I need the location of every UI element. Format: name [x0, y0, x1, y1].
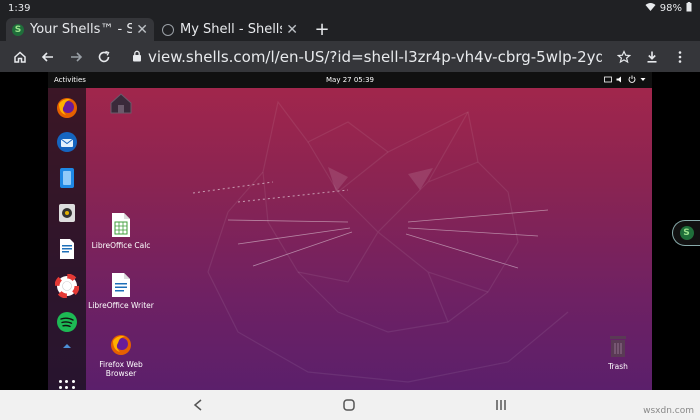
star-icon	[617, 49, 631, 63]
libreoffice-writer-icon	[112, 273, 130, 297]
gnome-top-bar: Activities May 27 05:39	[48, 72, 652, 88]
back-button[interactable]	[34, 43, 62, 71]
status-time: 1:39	[8, 2, 31, 14]
desktop-icon-libreoffice-calc[interactable]: LibreOffice Calc	[83, 212, 159, 250]
home-nav-icon[interactable]	[343, 396, 355, 415]
spotify-icon[interactable]	[55, 310, 79, 334]
show-applications-icon[interactable]	[59, 380, 75, 390]
globe-icon	[162, 23, 174, 36]
ubuntu-desktop[interactable]: Activities May 27 05:39 LibreOffice Calc…	[48, 72, 652, 390]
rhythmbox-icon[interactable]	[55, 201, 79, 225]
help-icon[interactable]	[55, 274, 79, 298]
reload-button[interactable]	[90, 43, 118, 71]
home-button[interactable]	[6, 43, 34, 71]
close-icon[interactable]: ✕	[136, 22, 148, 38]
download-icon	[647, 51, 657, 63]
desktop-icon-libreoffice-writer[interactable]: LibreOffice Writer	[83, 272, 159, 310]
tab-your-shells[interactable]: S Your Shells™ - Shel ✕	[6, 18, 154, 41]
wifi-icon	[645, 2, 656, 14]
recents-nav-icon[interactable]	[495, 396, 507, 415]
desktop-icon-trash[interactable]: Trash	[580, 333, 652, 371]
firefox-icon	[111, 335, 131, 355]
status-battery: 98%	[659, 2, 682, 14]
android-nav-bar	[0, 390, 700, 420]
desktop-icon-label: Trash	[608, 362, 628, 371]
volume-icon	[616, 76, 624, 85]
network-icon	[604, 76, 612, 85]
tab-my-shell[interactable]: My Shell - Shells™ \ ✕	[156, 18, 304, 41]
libreoffice-calc-icon	[112, 213, 130, 237]
more-vert-icon	[678, 50, 682, 63]
download-button[interactable]	[638, 43, 666, 71]
tab-strip: S Your Shells™ - Shel ✕ My Shell - Shell…	[0, 16, 700, 41]
android-screen: 1:39 98% S Your Shells™ - Shel ✕ My Shel…	[0, 0, 700, 420]
shells-icon: S	[679, 226, 694, 240]
lock-icon	[132, 48, 142, 66]
home-icon	[14, 50, 26, 63]
files-icon[interactable]	[55, 166, 79, 190]
power-icon	[628, 75, 636, 85]
ubuntu-dock	[48, 88, 86, 390]
home-folder-icon[interactable]	[108, 92, 134, 118]
system-tray[interactable]	[604, 75, 646, 85]
arrow-right-icon	[71, 51, 83, 62]
desktop-icon-firefox[interactable]: Firefox Web Browser	[83, 333, 159, 378]
desktop-icon-label: LibreOffice Writer	[88, 301, 154, 310]
url-text: view.shells.com/l/en-US/?id=shell-l3zr4p…	[148, 47, 602, 66]
trash-icon	[610, 336, 626, 357]
bookmark-button[interactable]	[610, 43, 638, 71]
forward-button[interactable]	[62, 43, 90, 71]
clock[interactable]: May 27 05:39	[326, 76, 374, 84]
chevron-down-icon	[640, 76, 646, 84]
shells-icon: S	[12, 23, 24, 36]
tab-title: My Shell - Shells™ \	[180, 22, 282, 37]
firefox-icon[interactable]	[55, 96, 79, 120]
close-icon[interactable]: ✕	[286, 22, 298, 38]
menu-button[interactable]	[666, 43, 694, 71]
activities-button[interactable]: Activities	[54, 76, 86, 84]
shells-side-menu-handle[interactable]: S	[672, 220, 700, 246]
back-nav-icon[interactable]	[193, 396, 203, 415]
tab-title: Your Shells™ - Shel	[30, 22, 133, 37]
browser-toolbar: view.shells.com/l/en-US/?id=shell-l3zr4p…	[0, 41, 700, 72]
address-bar[interactable]: view.shells.com/l/en-US/?id=shell-l3zr4p…	[126, 45, 602, 69]
desktop-icon-label: Firefox Web Browser	[99, 360, 143, 378]
desktop-icon-label: LibreOffice Calc	[91, 241, 151, 250]
status-bar: 1:39 98%	[0, 0, 700, 16]
new-tab-button[interactable]: +	[310, 18, 334, 41]
reload-icon	[98, 50, 110, 62]
chevron-up-icon[interactable]	[55, 340, 79, 352]
thunderbird-icon[interactable]	[55, 130, 79, 154]
libreoffice-writer-icon[interactable]	[55, 237, 79, 261]
arrow-left-icon	[41, 51, 53, 62]
battery-icon	[686, 1, 692, 15]
watermark: wsxdn.com	[643, 406, 694, 416]
